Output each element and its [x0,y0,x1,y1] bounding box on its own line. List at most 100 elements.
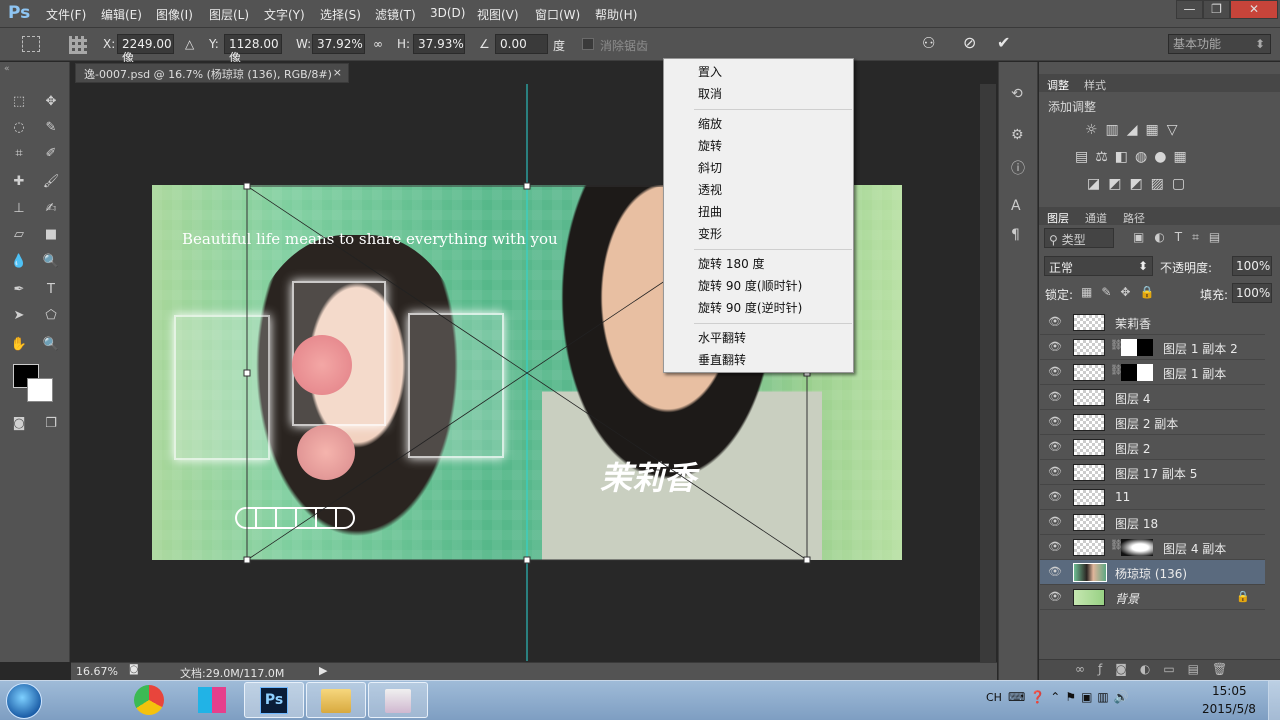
layer-thumbnail [1073,314,1105,331]
taskbar-chrome[interactable] [120,682,180,718]
transform-context-menu: 置入 取消 缩放 旋转 斜切 透视 扭曲 变形 旋转 180 度 旋转 90 度… [663,58,854,373]
layer-name: 11 [1115,490,1131,504]
layer-thumbnail [1073,464,1105,481]
adjustment-icons-row3[interactable]: ◪◩◩▨▢ [1087,176,1247,192]
adjustment-icons-row2[interactable]: ▤⚖◧◍●▦ [1075,149,1255,165]
menu-item-rotate-180[interactable]: 旋转 180 度 [698,255,765,273]
taskbar-app[interactable] [182,682,242,718]
eye-icon[interactable]: 👁 [1048,391,1062,403]
status-icon[interactable]: ◙ [129,664,139,675]
zoom-level[interactable]: 16.67% [76,665,118,678]
eye-icon[interactable]: 👁 [1048,541,1062,553]
fill-field[interactable]: 100% [1232,283,1272,303]
clock-time[interactable]: 15:05 [1212,684,1247,698]
info-panel-icon[interactable]: ⓘ [1011,158,1025,178]
transform-handle-br [803,556,811,564]
layer-row[interactable]: 👁 图层 4 [1040,385,1265,410]
tab-paths[interactable]: 路径 [1123,210,1145,226]
layer-mask-thumbnail [1121,364,1153,381]
transform-handle-t [523,182,531,190]
tab-channels[interactable]: 通道 [1085,210,1107,226]
menu-item-rotate-90-cw[interactable]: 旋转 90 度(顺时针) [698,277,802,295]
lock-icons[interactable]: ▦✎✥🔒 [1081,285,1163,299]
adjustment-icons-row1[interactable]: ☼▥◢▦▽ [1085,122,1245,138]
layer-mask-thumbnail [1121,339,1153,356]
eye-icon[interactable]: 👁 [1048,566,1062,578]
layer-mask-thumbnail [1121,539,1153,556]
menu-item-distort[interactable]: 扭曲 [698,203,722,221]
filter-icons[interactable]: ▣◐T⌗▤ [1133,230,1230,245]
tab-styles[interactable]: 样式 [1084,77,1106,93]
history-panel-icon[interactable]: ⟲ [1011,86,1023,102]
layers-tabbar [1039,207,1280,225]
layer-row[interactable]: 👁 图层 18 [1040,510,1265,535]
start-button[interactable] [6,683,42,719]
character-panel-icon[interactable]: A [1011,198,1021,214]
layer-row[interactable]: 👁 ⛓ 图层 1 副本 [1040,360,1265,385]
menu-item-rotate-90-ccw[interactable]: 旋转 90 度(逆时针) [698,299,802,317]
layer-row[interactable]: 👁 背景 🔒 [1040,585,1265,610]
menu-item-scale[interactable]: 缩放 [698,115,722,133]
menu-item-flip-horizontal[interactable]: 水平翻转 [698,329,746,347]
filter-kind-select[interactable]: ⚲ 类型 [1044,228,1114,248]
status-menu-arrow-icon[interactable]: ▶ [319,664,327,677]
layer-row[interactable]: 👁 ⛓ 图层 4 副本 [1040,535,1265,560]
eye-icon[interactable]: 👁 [1048,441,1062,453]
layer-thumbnail [1073,389,1105,406]
fill-label: 填充: [1200,288,1229,302]
menu-separator [694,323,852,324]
layer-row[interactable]: 👁 图层 17 副本 5 [1040,460,1265,485]
layer-name: 图层 1 副本 [1163,367,1227,381]
taskbar-photoshop[interactable]: Ps [244,682,304,718]
menu-item-perspective[interactable]: 透视 [698,181,722,199]
layer-name: 图层 17 副本 5 [1115,467,1198,481]
menu-item-place[interactable]: 置入 [698,63,722,81]
layer-name: 图层 4 [1115,392,1151,406]
clock-date[interactable]: 2015/5/8 [1202,702,1256,716]
chrome-icon [134,685,164,715]
folder-icon [321,689,351,713]
lock-label: 锁定: [1045,288,1074,302]
layer-name: 图层 18 [1115,517,1159,531]
layer-row[interactable]: 👁 图层 2 [1040,435,1265,460]
menu-item-rotate[interactable]: 旋转 [698,137,722,155]
eye-icon[interactable]: 👁 [1048,491,1062,503]
eye-icon[interactable]: 👁 [1048,341,1062,353]
layer-row[interactable]: 👁 ⛓ 图层 1 副本 2 [1040,335,1265,360]
picture-icon [385,689,411,713]
layer-row[interactable]: 👁 11 [1040,485,1265,510]
transform-handle-bl [243,556,251,564]
tab-layers[interactable]: 图层 [1047,210,1069,226]
paragraph-panel-icon[interactable]: ¶ [1011,227,1020,243]
taskbar-image-viewer[interactable] [368,682,428,718]
menu-item-cancel[interactable]: 取消 [698,85,722,103]
menu-item-skew[interactable]: 斜切 [698,159,722,177]
layer-row[interactable]: 👁 图层 2 副本 [1040,410,1265,435]
eye-icon[interactable]: 👁 [1048,416,1062,428]
layer-thumbnail [1073,364,1105,381]
tray-icons[interactable]: ⌨❓⌃⚑▣▥🔊 [1008,690,1134,704]
layers-footer-icons[interactable]: ∞ƒ◙◐▭▤🗑 [1039,659,1280,680]
eye-icon[interactable]: 👁 [1048,591,1062,603]
layer-row-selected[interactable]: 👁 杨琼琼 (136) [1040,560,1265,585]
layer-row[interactable]: 👁 茉莉香 [1040,310,1265,335]
eye-icon[interactable]: 👁 [1048,516,1062,528]
show-desktop-button[interactable] [1268,681,1280,720]
chevron-updown-icon: ⬍ [1137,259,1148,273]
tab-adjustments[interactable]: 调整 [1047,77,1069,93]
taskbar-explorer[interactable] [306,682,366,718]
language-indicator[interactable]: CH [986,691,1002,704]
opacity-field[interactable]: 100% [1232,256,1272,276]
layer-thumbnail [1073,514,1105,531]
layer-thumbnail [1073,339,1105,356]
eye-icon[interactable]: 👁 [1048,466,1062,478]
add-adjustment-title: 添加调整 [1048,100,1097,114]
tool-presets-icon[interactable]: ⚙ [1011,127,1024,143]
menu-item-warp[interactable]: 变形 [698,225,722,243]
menu-item-flip-vertical[interactable]: 垂直翻转 [698,351,746,369]
panel-icon-dock: ⟲ ⚙ ⓘ A ¶ [998,62,1038,680]
blend-mode-select[interactable]: 正常 ⬍ [1044,256,1153,276]
eye-icon[interactable]: 👁 [1048,316,1062,328]
eye-icon[interactable]: 👁 [1048,366,1062,378]
layer-thumbnail [1073,563,1107,582]
